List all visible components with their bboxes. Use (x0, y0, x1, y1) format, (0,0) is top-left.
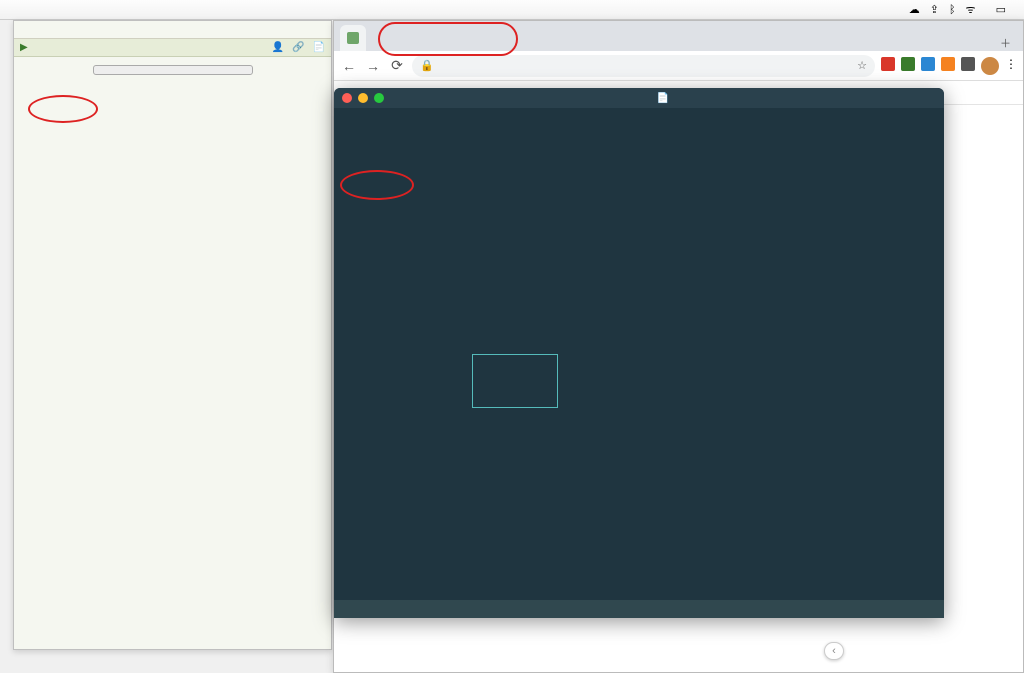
chrome-toolbar: ← → ⟳ 🔒 ☆ ⋮ (334, 51, 1023, 81)
battery-icon: ▭ (996, 3, 1006, 16)
ext-icon-2[interactable] (901, 57, 915, 71)
emacs-buffer[interactable] (334, 108, 944, 600)
panel-toolbar: ▶ 👤 🔗 📄 (14, 39, 331, 57)
ext-icon-5[interactable] (961, 57, 975, 71)
panel-title (14, 21, 331, 39)
emacs-modeline (334, 600, 944, 618)
close-dot-icon[interactable] (342, 93, 352, 103)
mac-menubar: ☁︎ ⇪ ᛒ ᯤ ▭ (0, 0, 1024, 20)
address-bar[interactable]: 🔒 ☆ (412, 55, 875, 77)
lock-icon: 🔒 (420, 59, 434, 72)
max-dot-icon[interactable] (374, 93, 384, 103)
chrome-tabstrip: ＋ (334, 21, 1023, 51)
stat-a: 👤 (272, 42, 284, 53)
menu-icon[interactable]: ⋮ (1005, 57, 1017, 75)
emacs-title: 📄 (390, 93, 936, 104)
emacs-titlebar: 📄 (334, 88, 944, 108)
upload-icon: ⇪ (930, 3, 939, 16)
refresh-button[interactable] (93, 65, 253, 75)
scroll-indicator[interactable]: ‹ (824, 642, 844, 660)
cloud-icon: ☁︎ (909, 3, 920, 16)
back-icon[interactable]: ← (340, 58, 358, 74)
play-icon[interactable]: ▶ (20, 42, 28, 53)
pinned-tab[interactable] (340, 25, 366, 51)
min-dot-icon[interactable] (358, 93, 368, 103)
emacs-window: 📄 (334, 88, 944, 618)
ext-icon-3[interactable] (921, 57, 935, 71)
stat-b: 🔗 (292, 42, 304, 53)
reload-icon[interactable]: ⟳ (388, 57, 406, 74)
avatar-icon[interactable] (981, 57, 999, 75)
wifi-icon: ᯤ (966, 2, 976, 17)
new-tab-button[interactable]: ＋ (994, 35, 1017, 51)
ext-icon-1[interactable] (881, 57, 895, 71)
star-icon[interactable]: ☆ (857, 59, 867, 72)
braintool-side-panel: ▶ 👤 🔗 📄 (13, 20, 332, 650)
ext-icon-4[interactable] (941, 57, 955, 71)
bluetooth-icon: ᛒ (949, 4, 956, 16)
forward-icon[interactable]: → (364, 58, 382, 74)
stat-c: 📄 (313, 42, 325, 53)
